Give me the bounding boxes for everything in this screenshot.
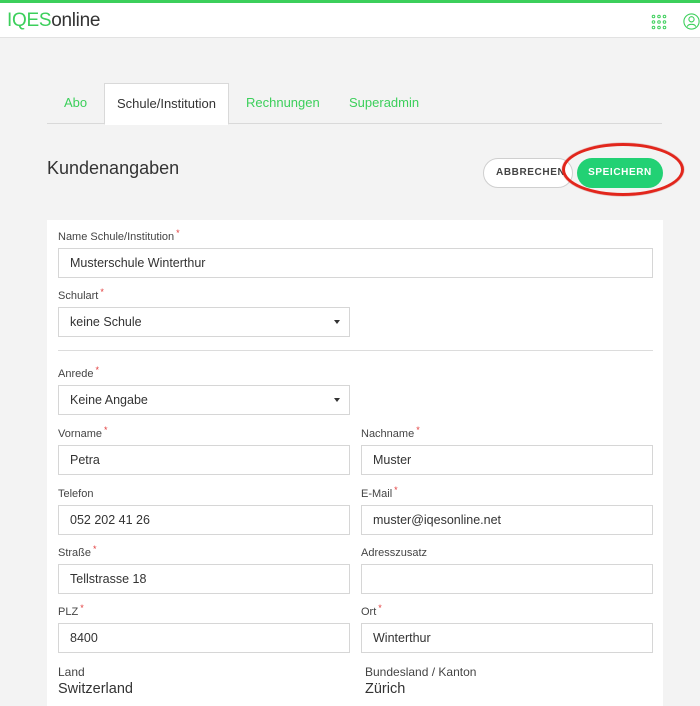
required-marker: * (378, 603, 382, 613)
cancel-button[interactable]: ABBRECHEN (483, 158, 573, 188)
first-name-input[interactable]: Petra (58, 445, 350, 475)
state-label: Bundesland / Kanton (365, 665, 477, 679)
save-button[interactable]: SPEICHERN (577, 158, 663, 188)
required-marker: * (176, 228, 180, 238)
school-type-select[interactable]: keine Schule (58, 307, 350, 337)
required-marker: * (416, 425, 420, 435)
address-extra-input[interactable] (361, 564, 653, 594)
section-divider (58, 350, 653, 351)
first-name-label: Vorname * (58, 425, 108, 440)
zip-label: PLZ * (58, 603, 84, 618)
city-input[interactable]: Winterthur (361, 623, 653, 653)
required-marker: * (100, 287, 104, 297)
required-marker: * (80, 603, 84, 613)
phone-label: Telefon (58, 488, 94, 500)
email-label: E-Mail * (361, 485, 398, 500)
tab-abo[interactable]: Abo (64, 83, 87, 124)
school-name-input[interactable]: Musterschule Winterthur (58, 248, 653, 278)
last-name-label: Nachname * (361, 425, 420, 440)
tab-superadmin[interactable]: Superadmin (349, 83, 419, 124)
salutation-select[interactable]: Keine Angabe (58, 385, 350, 415)
user-icon[interactable] (683, 13, 700, 30)
chevron-down-icon (334, 398, 340, 402)
chevron-down-icon (334, 320, 340, 324)
zip-input[interactable]: 8400 (58, 623, 350, 653)
required-marker: * (95, 365, 99, 375)
school-type-label: Schulart * (58, 287, 104, 302)
logo-suffix: online (51, 10, 101, 31)
last-name-input[interactable]: Muster (361, 445, 653, 475)
required-marker: * (104, 425, 108, 435)
country-value: Switzerland (58, 681, 133, 697)
street-input[interactable]: Tellstrasse 18 (58, 564, 350, 594)
tab-schule-institution[interactable]: Schule/Institution (104, 83, 229, 125)
page-title: Kundenangaben (47, 158, 180, 178)
school-name-label: Name Schule/Institution * (58, 228, 180, 243)
address-extra-label: Adresszusatz (361, 547, 428, 559)
tab-rechnungen[interactable]: Rechnungen (246, 83, 320, 124)
apps-grid-icon[interactable] (651, 14, 667, 30)
phone-input[interactable]: 052 202 41 26 (58, 505, 350, 535)
state-value: Zürich (365, 681, 406, 697)
city-label: Ort * (361, 603, 382, 618)
salutation-value: Keine Angabe (70, 393, 148, 407)
tab-bar: Abo Schule/Institution Rechnungen Supera… (47, 83, 662, 125)
iqes-logo[interactable]: IQESonline (7, 10, 100, 32)
country-label: Land (58, 665, 85, 679)
required-marker: * (394, 485, 398, 495)
top-bar: IQESonline (0, 0, 700, 38)
email-input[interactable]: muster@iqesonline.net (361, 505, 653, 535)
salutation-label: Anrede * (58, 365, 99, 380)
school-type-value: keine Schule (70, 315, 142, 329)
street-label: Straße * (58, 544, 97, 559)
logo-brand: IQES (7, 10, 52, 31)
required-marker: * (93, 544, 97, 554)
